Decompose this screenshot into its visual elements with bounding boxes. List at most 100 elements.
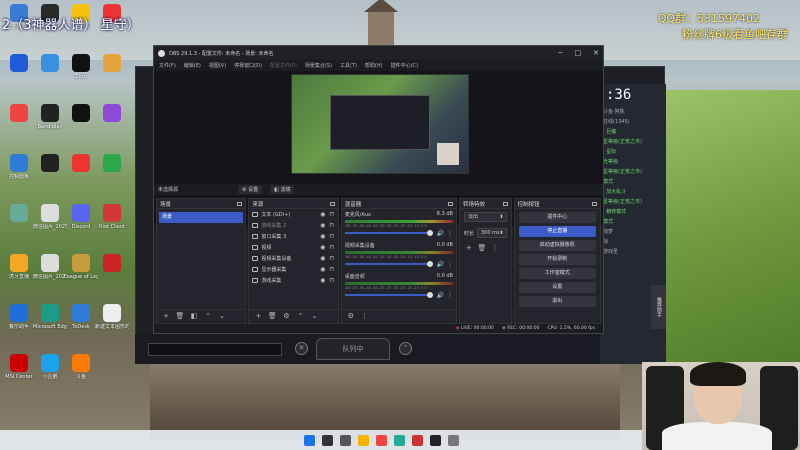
desktop-icon[interactable]: League of Legends...	[64, 254, 98, 280]
windows-icon[interactable]	[303, 434, 315, 446]
taskview-icon[interactable]	[339, 434, 351, 446]
lock-icon[interactable]: ⊓	[329, 266, 335, 273]
scene-item[interactable]: 场景	[159, 212, 244, 223]
remove-transition-button[interactable]: 🗑	[477, 244, 487, 253]
lock-icon[interactable]: ⊓	[329, 244, 335, 251]
menu-item[interactable]: 插件中心(C)	[391, 62, 418, 69]
source-item[interactable]: 视频 ◉ ⊓	[249, 242, 337, 253]
desktop-icon[interactable]	[2, 104, 36, 124]
close-icon[interactable]: ✕	[593, 49, 599, 57]
desktop-icon[interactable]	[95, 104, 129, 124]
visibility-icon[interactable]: ◉	[320, 233, 326, 240]
control-button[interactable]: 启动虚拟摄像机	[518, 240, 596, 251]
add-transition-button[interactable]: +	[464, 244, 474, 253]
properties-button[interactable]: ⚙ 设置	[238, 185, 263, 194]
move-up-button[interactable]: ⌃	[203, 312, 213, 321]
add-scene-button[interactable]: +	[161, 312, 171, 321]
lock-icon[interactable]: ⊓	[329, 255, 335, 262]
accept-button[interactable]: ⌃	[399, 342, 412, 355]
desktop-icon[interactable]	[95, 54, 129, 74]
desktop-icon[interactable]	[95, 254, 129, 274]
desktop-icon[interactable]: Microsoft Edge	[33, 304, 67, 330]
visibility-icon[interactable]: ◉	[320, 211, 326, 218]
advanced-audio-button[interactable]: ⚙	[346, 312, 356, 321]
source-item[interactable]: 窗口采集 3 ◉ ⊓	[249, 231, 337, 242]
desktop-icon[interactable]	[95, 154, 129, 174]
desktop-icon[interactable]	[64, 154, 98, 174]
channel-menu-icon[interactable]: ⋮	[447, 230, 453, 237]
control-button[interactable]: 插件中心	[518, 212, 596, 223]
transition-select[interactable]: 淡出	[463, 212, 507, 222]
game-icon[interactable]	[411, 434, 423, 446]
source-settings-button[interactable]: ⚙	[281, 312, 291, 321]
chat-input[interactable]	[148, 343, 282, 356]
desktop-icon[interactable]: 新建文本图形的图标	[95, 304, 129, 330]
menu-item[interactable]: 配置文件(P)	[270, 62, 297, 69]
speaker-icon[interactable]: 🔊	[436, 261, 443, 268]
popout-icon[interactable]	[237, 201, 243, 206]
minimize-icon[interactable]: ─	[558, 49, 562, 57]
add-source-button[interactable]: +	[253, 312, 263, 321]
visibility-icon[interactable]: ◉	[320, 244, 326, 251]
scene-filters-button[interactable]: ◧	[189, 312, 199, 321]
duration-input[interactable]: 300 ms	[476, 228, 507, 238]
recommend-tab[interactable]: 推荐助手	[651, 285, 666, 329]
volume-slider[interactable]	[344, 292, 434, 298]
slider-knob[interactable]	[427, 292, 434, 298]
speaker-icon[interactable]: 🔊	[436, 292, 443, 299]
menu-item[interactable]: 编辑(E)	[184, 62, 201, 69]
search-icon[interactable]	[321, 434, 333, 446]
visibility-icon[interactable]: ◉	[320, 222, 326, 229]
decline-button[interactable]: ✕	[295, 342, 308, 355]
menu-item[interactable]: 帮助(H)	[365, 62, 383, 69]
desktop-icon[interactable]	[2, 54, 36, 74]
app-icon[interactable]	[393, 434, 405, 446]
desktop-icon[interactable]: ToDesk	[64, 304, 98, 330]
source-item[interactable]: 文本 (GDI+) ◉ ⊓	[249, 209, 337, 220]
popout-icon[interactable]	[329, 201, 335, 206]
lock-icon[interactable]: ⊓	[329, 211, 335, 218]
lock-icon[interactable]: ⊓	[329, 222, 335, 229]
source-item[interactable]: 显示器采集 ◉ ⊓	[249, 264, 337, 275]
volume-slider[interactable]	[344, 261, 434, 267]
menu-item[interactable]: 文件(F)	[159, 62, 176, 69]
desktop-icon[interactable]: MSI Center	[2, 354, 36, 380]
desktop-icon[interactable]: Zero	[64, 54, 98, 80]
popout-icon[interactable]	[592, 201, 597, 206]
slider-knob[interactable]	[427, 261, 434, 267]
desktop-icon[interactable]: Riot Client	[95, 204, 129, 230]
menu-item[interactable]: 视图(V)	[209, 62, 226, 69]
desktop-icon[interactable]: 虎牙直播	[2, 254, 36, 280]
desktop-icon[interactable]: 控制面板	[2, 154, 36, 180]
slider-knob[interactable]	[427, 230, 434, 236]
desktop-icon[interactable]	[2, 204, 36, 224]
lock-icon[interactable]: ⊓	[329, 277, 335, 284]
lock-icon[interactable]: ⊓	[329, 233, 335, 240]
preview-canvas[interactable]	[291, 74, 469, 174]
control-button[interactable]: 退出	[518, 296, 596, 307]
control-button[interactable]: 停止直播	[518, 226, 596, 237]
desktop-icon[interactable]: Discord	[64, 204, 98, 230]
desktop-icon[interactable]: 小企鹅	[33, 354, 67, 380]
volume-slider[interactable]	[344, 230, 434, 236]
source-item[interactable]: 视频采集设备 ◉ ⊓	[249, 253, 337, 264]
visibility-icon[interactable]: ◉	[320, 277, 326, 284]
desktop-icon[interactable]: 戴尔助手	[2, 304, 36, 330]
desktop-icon[interactable]	[64, 104, 98, 124]
desktop-icon[interactable]: 斗鱼	[64, 354, 98, 380]
move-down-button[interactable]: ⌄	[309, 312, 319, 321]
obs-icon[interactable]	[429, 434, 441, 446]
menu-item[interactable]: 工具(T)	[340, 62, 357, 69]
desktop-icon[interactable]	[33, 154, 67, 174]
control-button[interactable]: 开始录制	[518, 254, 596, 265]
remove-source-button[interactable]: 🗑	[267, 312, 277, 321]
mixer-menu-button[interactable]: ⋮	[360, 312, 370, 321]
control-button[interactable]: 工作室模式	[518, 268, 596, 279]
channel-menu-icon[interactable]: ⋮	[447, 261, 453, 268]
remove-scene-button[interactable]: 🗑	[175, 312, 185, 321]
maximize-icon[interactable]: □	[575, 49, 582, 57]
source-item[interactable]: 游戏采集 2 ◉ ⊓	[249, 220, 337, 231]
files-icon[interactable]	[357, 434, 369, 446]
move-up-button[interactable]: ⌃	[295, 312, 305, 321]
desktop-icon[interactable]: 微信图片_2025081...	[33, 204, 67, 230]
